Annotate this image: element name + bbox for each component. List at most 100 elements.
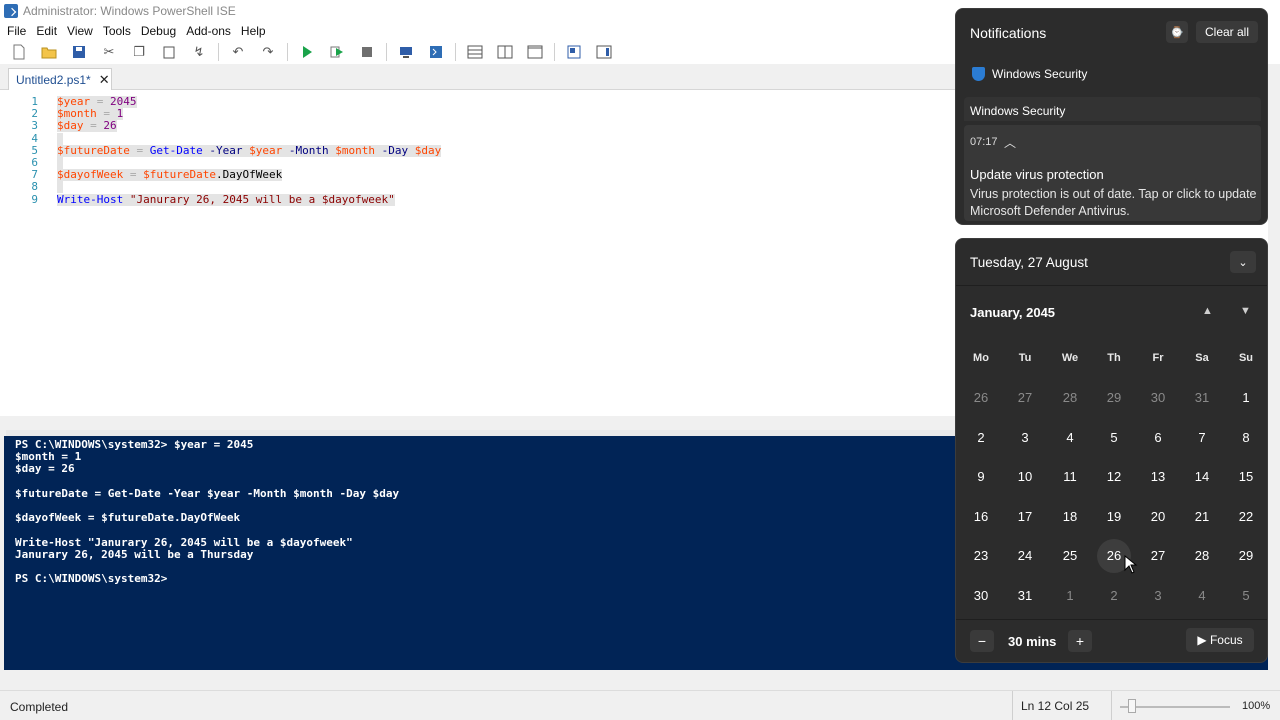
redo-icon[interactable]: ↷ bbox=[257, 42, 279, 62]
next-month-icon[interactable]: ▼ bbox=[1240, 305, 1251, 317]
menu-tools[interactable]: Tools bbox=[98, 24, 136, 38]
focus-button[interactable]: ▶ Focus bbox=[1186, 628, 1254, 652]
cursor-position: Ln 12 Col 25 bbox=[1012, 691, 1112, 720]
menu-view[interactable]: View bbox=[62, 24, 98, 38]
console-icon[interactable] bbox=[425, 42, 447, 62]
remote-icon[interactable] bbox=[395, 42, 417, 62]
console-scrollbar[interactable] bbox=[1268, 436, 1280, 670]
calendar-day[interactable]: 1 bbox=[1229, 381, 1263, 415]
run-icon[interactable] bbox=[296, 42, 318, 62]
calendar-day[interactable]: 10 bbox=[1008, 460, 1042, 494]
code-token: Write-Host bbox=[57, 192, 124, 206]
app-name[interactable]: Windows Security bbox=[992, 67, 1087, 81]
dnd-icon[interactable]: ⌚ bbox=[1166, 21, 1188, 43]
focus-duration: 30 mins bbox=[1008, 634, 1057, 649]
calendar-day[interactable]: 22 bbox=[1229, 500, 1263, 534]
close-icon[interactable]: ✕ bbox=[99, 72, 110, 88]
zoom-slider-thumb[interactable] bbox=[1128, 699, 1136, 713]
clear-icon[interactable]: ↯ bbox=[188, 42, 210, 62]
calendar-day[interactable]: 9 bbox=[964, 460, 998, 494]
calendar-day[interactable]: 29 bbox=[1097, 381, 1131, 415]
calendar-day[interactable]: 2 bbox=[964, 421, 998, 455]
chevron-up-icon[interactable]: ︿ bbox=[1004, 134, 1016, 151]
calendar-day[interactable]: 31 bbox=[1008, 579, 1042, 613]
run-selection-icon[interactable] bbox=[326, 42, 348, 62]
menu-debug[interactable]: Debug bbox=[136, 24, 181, 38]
calendar-day[interactable]: 13 bbox=[1141, 460, 1175, 494]
calendar-day[interactable]: 14 bbox=[1185, 460, 1219, 494]
console-hscrollbar[interactable] bbox=[0, 670, 1280, 690]
editor-scrollbar[interactable] bbox=[1268, 64, 1280, 416]
notifications-title: Notifications bbox=[970, 25, 1047, 41]
script-pane-icon[interactable] bbox=[563, 42, 585, 62]
layout-right-icon[interactable] bbox=[494, 42, 516, 62]
code-token: = bbox=[123, 168, 144, 182]
calendar-day[interactable]: 17 bbox=[1008, 500, 1042, 534]
menu-edit[interactable]: Edit bbox=[31, 24, 62, 38]
layout-max-icon[interactable] bbox=[524, 42, 546, 62]
calendar-day[interactable]: 29 bbox=[1229, 539, 1263, 573]
calendar-day[interactable]: 24 bbox=[1008, 539, 1042, 573]
weekday-label: Tu bbox=[1018, 352, 1032, 364]
calendar-day[interactable]: 2 bbox=[1097, 579, 1131, 613]
calendar-day[interactable]: 19 bbox=[1097, 500, 1131, 534]
calendar-day[interactable]: 7 bbox=[1185, 421, 1219, 455]
calendar-day[interactable]: 28 bbox=[1185, 539, 1219, 573]
cut-icon[interactable]: ✂ bbox=[98, 42, 120, 62]
commands-icon[interactable] bbox=[593, 42, 615, 62]
calendar-day[interactable]: 5 bbox=[1229, 579, 1263, 613]
calendar-day[interactable]: 4 bbox=[1053, 421, 1087, 455]
calendar-day[interactable]: 3 bbox=[1008, 421, 1042, 455]
calendar-day[interactable]: 25 bbox=[1053, 539, 1087, 573]
calendar-day[interactable]: 1 bbox=[1053, 579, 1087, 613]
calendar-day[interactable]: 15 bbox=[1229, 460, 1263, 494]
focus-decrease-button[interactable]: − bbox=[970, 630, 994, 652]
calendar-day[interactable]: 26 bbox=[964, 381, 998, 415]
calendar-day[interactable]: 16 bbox=[964, 500, 998, 534]
calendar-day[interactable]: 23 bbox=[964, 539, 998, 573]
open-icon[interactable] bbox=[38, 42, 60, 62]
toolbar-separator bbox=[287, 43, 288, 61]
code-token: 2045 bbox=[110, 95, 137, 108]
save-icon[interactable] bbox=[68, 42, 90, 62]
calendar-day[interactable]: 27 bbox=[1141, 539, 1175, 573]
calendar-day[interactable]: 21 bbox=[1185, 500, 1219, 534]
calendar-day[interactable]: 28 bbox=[1053, 381, 1087, 415]
undo-icon[interactable]: ↶ bbox=[227, 42, 249, 62]
console-line: PS C:\WINDOWS\system32> $year = 2045 bbox=[15, 438, 254, 451]
calendar-day[interactable]: 31 bbox=[1185, 381, 1219, 415]
zoom-slider[interactable] bbox=[1120, 706, 1230, 708]
code-token: $day bbox=[414, 143, 442, 157]
calendar-day[interactable]: 20 bbox=[1141, 500, 1175, 534]
previous-month-icon[interactable]: ▲ bbox=[1202, 305, 1213, 317]
calendar-month-label[interactable]: January, 2045 bbox=[970, 305, 1055, 320]
code-text: $year = 2045 bbox=[57, 96, 137, 108]
code-token: $futureDate bbox=[143, 168, 216, 182]
calendar-day[interactable]: 8 bbox=[1229, 421, 1263, 455]
weekday-label: Su bbox=[1238, 352, 1254, 364]
new-file-icon[interactable] bbox=[8, 42, 30, 62]
menu-file[interactable]: File bbox=[2, 24, 31, 38]
paste-icon[interactable] bbox=[158, 42, 180, 62]
calendar-day[interactable]: 4 bbox=[1185, 579, 1219, 613]
clear-all-button[interactable]: Clear all bbox=[1196, 21, 1258, 43]
calendar-day[interactable]: 30 bbox=[1141, 381, 1175, 415]
calendar-day[interactable]: 18 bbox=[1053, 500, 1087, 534]
focus-increase-button[interactable]: + bbox=[1068, 630, 1092, 652]
calendar-day[interactable]: 30 bbox=[964, 579, 998, 613]
tab-untitled2[interactable]: Untitled2.ps1* ✕ bbox=[8, 68, 112, 90]
line-number: 5 bbox=[31, 143, 38, 157]
code-token: $year bbox=[57, 95, 91, 108]
calendar-day[interactable]: 12 bbox=[1097, 460, 1131, 494]
calendar-day[interactable]: 3 bbox=[1141, 579, 1175, 613]
calendar-day[interactable]: 11 bbox=[1053, 460, 1087, 494]
stop-icon[interactable] bbox=[356, 42, 378, 62]
calendar-day[interactable]: 27 bbox=[1008, 381, 1042, 415]
chevron-down-icon[interactable]: ⌄ bbox=[1230, 251, 1256, 273]
menu-help[interactable]: Help bbox=[236, 24, 271, 38]
copy-icon[interactable]: ❐ bbox=[128, 42, 150, 62]
calendar-day[interactable]: 6 bbox=[1141, 421, 1175, 455]
calendar-day[interactable]: 5 bbox=[1097, 421, 1131, 455]
layout-top-icon[interactable] bbox=[464, 42, 486, 62]
menu-addons[interactable]: Add-ons bbox=[181, 24, 236, 38]
